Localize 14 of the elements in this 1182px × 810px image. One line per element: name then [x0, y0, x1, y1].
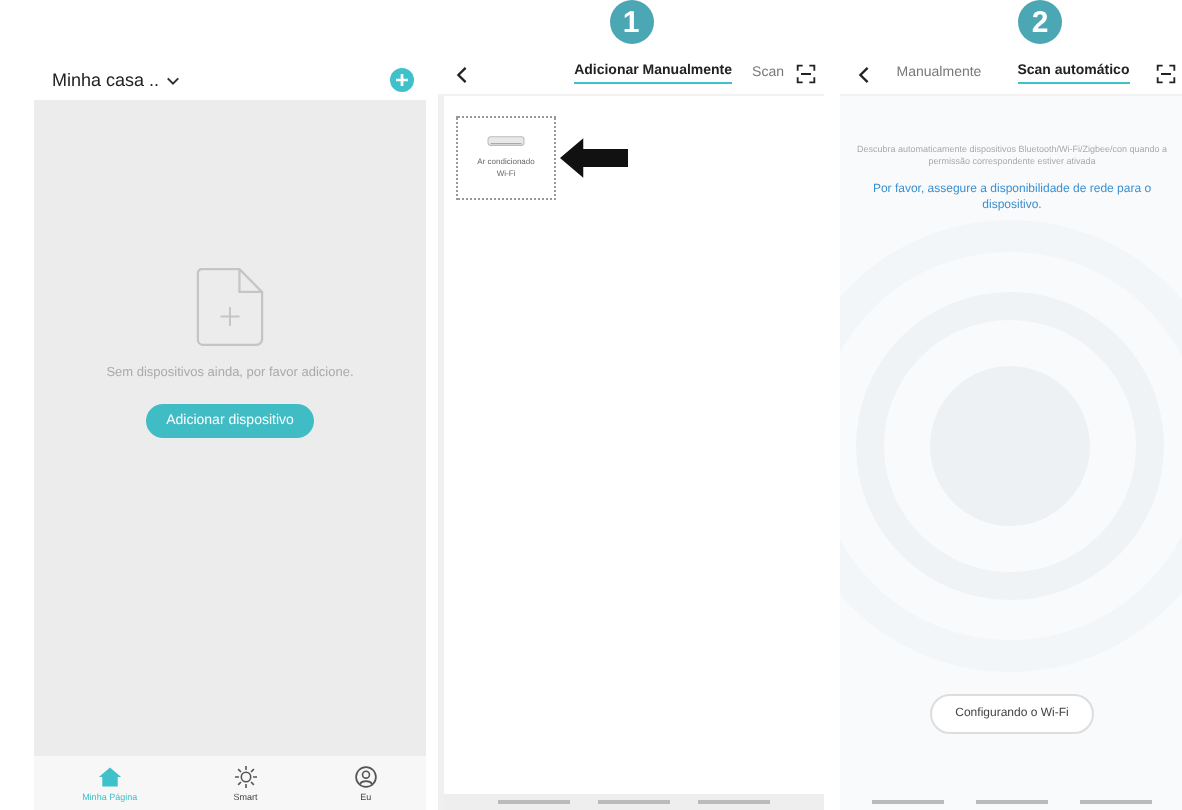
arrow-icon [560, 138, 628, 178]
air-conditioner-icon [486, 136, 526, 149]
home-icon [97, 765, 122, 787]
back-icon[interactable] [456, 65, 468, 83]
home-selector[interactable]: Minha casa .. [52, 70, 180, 90]
step-badge: 1 [609, 0, 653, 44]
back-icon[interactable] [858, 65, 870, 83]
add-file-icon [196, 266, 264, 348]
chevron-down-icon [165, 75, 180, 85]
scan-icon[interactable] [1156, 64, 1176, 84]
step-badge: 2 [1018, 0, 1062, 44]
user-icon [353, 765, 378, 787]
sun-icon [233, 765, 258, 787]
scan-icon[interactable] [796, 64, 816, 84]
